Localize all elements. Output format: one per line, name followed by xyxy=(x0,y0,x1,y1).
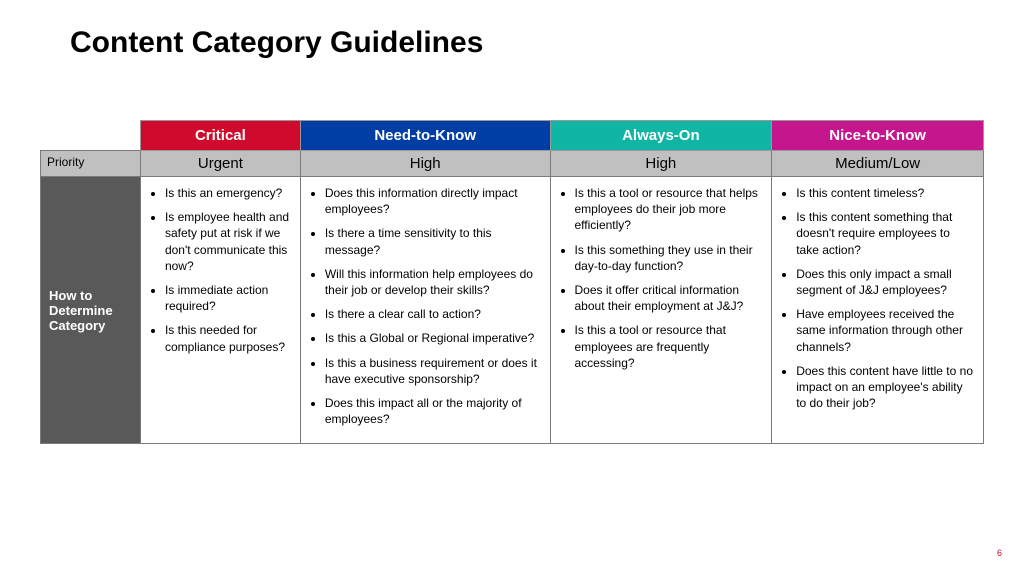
questions-need-to-know: Does this information directly impact em… xyxy=(300,177,550,444)
list-item: Is this needed for compliance purposes? xyxy=(165,322,290,354)
list-item: Is immediate action required? xyxy=(165,282,290,314)
list-item: Is there a clear call to action? xyxy=(325,306,540,322)
priority-row: Priority Urgent High High Medium/Low xyxy=(41,151,984,177)
header-critical: Critical xyxy=(140,121,300,151)
list-item: Is this content timeless? xyxy=(796,185,973,201)
page-title: Content Category Guidelines xyxy=(70,26,483,60)
list-item: Is this a tool or resource that helps em… xyxy=(575,185,762,234)
list-item: Is this content something that doesn't r… xyxy=(796,209,973,258)
priority-critical: Urgent xyxy=(140,151,300,177)
header-always-on: Always-On xyxy=(550,121,772,151)
list-item: Does this only impact a small segment of… xyxy=(796,266,973,298)
questions-always-on: Is this a tool or resource that helps em… xyxy=(550,177,772,444)
blank-corner xyxy=(41,121,141,151)
list-item: Does it offer critical information about… xyxy=(575,282,762,314)
page-number: 6 xyxy=(997,548,1002,558)
header-nice-to-know: Nice-to-Know xyxy=(772,121,984,151)
priority-always-on: High xyxy=(550,151,772,177)
questions-nice-to-know: Is this content timeless? Is this content… xyxy=(772,177,984,444)
list-item: Is this a business requirement or does i… xyxy=(325,355,540,387)
list-item: Does this information directly impact em… xyxy=(325,185,540,217)
priority-nice-to-know: Medium/Low xyxy=(772,151,984,177)
category-table: Critical Need-to-Know Always-On Nice-to-… xyxy=(40,120,984,444)
list-item: Does this content have little to no impa… xyxy=(796,363,973,412)
list-item: Is this an emergency? xyxy=(165,185,290,201)
priority-label: Priority xyxy=(41,151,141,177)
questions-row: How to Determine Category Is this an eme… xyxy=(41,177,984,444)
header-row: Critical Need-to-Know Always-On Nice-to-… xyxy=(41,121,984,151)
list-item: Have employees received the same informa… xyxy=(796,306,973,355)
header-need-to-know: Need-to-Know xyxy=(300,121,550,151)
questions-critical: Is this an emergency? Is employee health … xyxy=(140,177,300,444)
list-item: Is this a Global or Regional imperative? xyxy=(325,330,540,346)
list-item: Is there a time sensitivity to this mess… xyxy=(325,225,540,257)
list-item: Does this impact all or the majority of … xyxy=(325,395,540,427)
determine-label: How to Determine Category xyxy=(41,177,141,444)
guidelines-table: Critical Need-to-Know Always-On Nice-to-… xyxy=(40,120,984,444)
list-item: Will this information help employees do … xyxy=(325,266,540,298)
list-item: Is this a tool or resource that employee… xyxy=(575,322,762,371)
priority-need-to-know: High xyxy=(300,151,550,177)
list-item: Is this something they use in their day-… xyxy=(575,242,762,274)
list-item: Is employee health and safety put at ris… xyxy=(165,209,290,274)
